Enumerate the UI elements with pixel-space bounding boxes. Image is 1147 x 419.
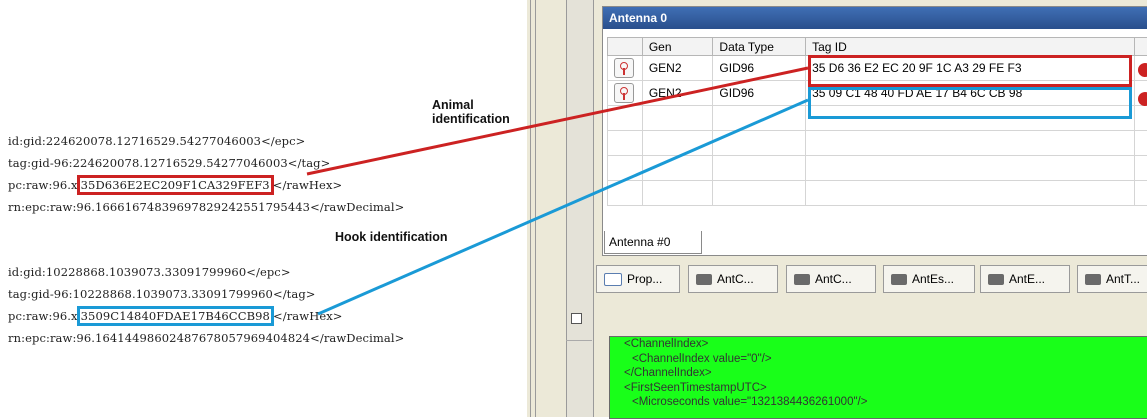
view-icon bbox=[1085, 274, 1101, 285]
animal-tag-line: tag:gid-96:224620078.12716529.5427704600… bbox=[8, 156, 330, 170]
row-gen: GEN2 bbox=[642, 81, 713, 106]
tab-label: AntEs... bbox=[912, 272, 954, 286]
delete-icon[interactable] bbox=[1138, 92, 1147, 106]
tab-antc-1[interactable]: AntC... bbox=[688, 265, 778, 293]
hook-label-text: Hook identification bbox=[335, 230, 448, 244]
console-line: <ChannelIndex value="0"/> bbox=[610, 352, 1147, 367]
hook-pc-line: pc:raw:96.x3509C14840FDAE17B46CCB98</raw… bbox=[8, 309, 343, 323]
hook-rn-line: rn:epc:raw:96.16414498602487678057969404… bbox=[8, 331, 404, 345]
animal-rn-line: rn:epc:raw:96.16661674839697829242551795… bbox=[8, 200, 404, 214]
tab-label: AntE... bbox=[1009, 272, 1045, 286]
row-type: GID96 bbox=[713, 56, 806, 81]
view-icon bbox=[696, 274, 712, 285]
tab-antc-2[interactable]: AntC... bbox=[786, 265, 876, 293]
antenna-panel: Antenna 0 Gen Data Type Tag ID GEN2 GID9… bbox=[602, 6, 1147, 256]
row-icon-cell bbox=[608, 81, 643, 106]
hook-tag-highlight bbox=[808, 87, 1132, 119]
console-line: <ChannelIndex> bbox=[610, 337, 1147, 352]
hook-pc-suffix: </rawHex> bbox=[273, 309, 343, 323]
console-line: <FirstSeenTimestampUTC> bbox=[610, 381, 1147, 396]
hook-hex-highlight: 3509C14840FDAE17B46CCB98 bbox=[77, 306, 274, 326]
tab-label: AntC... bbox=[717, 272, 754, 286]
empty-row bbox=[608, 131, 1147, 156]
animal-tag-highlight bbox=[808, 55, 1132, 87]
hook-identification-label: Hook identification bbox=[335, 230, 448, 244]
window-splitter-right[interactable] bbox=[566, 0, 594, 417]
row-icon-cell bbox=[608, 56, 643, 81]
console-line: </ChannelIndex> bbox=[610, 366, 1147, 381]
properties-icon bbox=[604, 273, 622, 286]
col-action bbox=[1135, 38, 1147, 56]
animal-pc-suffix: </rawHex> bbox=[273, 178, 343, 192]
hook-epc-line: id:gid:10228868.1039073.33091799960</epc… bbox=[8, 265, 291, 279]
col-icon bbox=[608, 38, 643, 56]
col-gen[interactable]: Gen bbox=[642, 38, 713, 56]
panel-title: Antenna 0 bbox=[603, 7, 1147, 29]
empty-row bbox=[608, 156, 1147, 181]
tab-ante[interactable]: AntE... bbox=[980, 265, 1070, 293]
animal-pc-line: pc:raw:96.x35D636E2EC209F1CA329FEF3</raw… bbox=[8, 178, 342, 192]
antenna-icon bbox=[614, 58, 634, 78]
animal-hex-highlight: 35D636E2EC209F1CA329FEF3 bbox=[77, 175, 274, 195]
tab-antt[interactable]: AntT... bbox=[1077, 265, 1147, 293]
tab-label: AntC... bbox=[815, 272, 852, 286]
tab-antes[interactable]: AntEs... bbox=[883, 265, 975, 293]
xml-console: <ChannelIndex> <ChannelIndex value="0"/>… bbox=[609, 336, 1147, 419]
view-icon bbox=[988, 274, 1004, 285]
restore-icon[interactable] bbox=[571, 313, 582, 324]
view-icon bbox=[891, 274, 907, 285]
col-tag-id[interactable]: Tag ID bbox=[806, 38, 1135, 56]
panel-tabstrip: Antenna #0 bbox=[602, 226, 1147, 256]
view-icon bbox=[794, 274, 810, 285]
empty-row bbox=[608, 181, 1147, 206]
hook-pc-prefix: pc:raw:96.x bbox=[8, 309, 78, 323]
splitter-divider bbox=[566, 340, 592, 341]
tab-antenna-0[interactable]: Antenna #0 bbox=[604, 231, 702, 254]
antenna-icon bbox=[614, 83, 634, 103]
animal-pc-prefix: pc:raw:96.x bbox=[8, 178, 78, 192]
animal-epc-line: id:gid:224620078.12716529.54277046003</e… bbox=[8, 134, 305, 148]
col-data-type[interactable]: Data Type bbox=[713, 38, 806, 56]
console-line: <Microseconds value="1321384436261000"/> bbox=[610, 395, 1147, 410]
animal-label-text: Animal identification bbox=[432, 98, 510, 126]
delete-icon[interactable] bbox=[1138, 63, 1147, 77]
window-splitter-left[interactable] bbox=[530, 0, 536, 417]
tab-label: AntT... bbox=[1106, 272, 1140, 286]
table-header: Gen Data Type Tag ID bbox=[608, 38, 1147, 56]
tab-properties[interactable]: Prop... bbox=[596, 265, 680, 293]
row-type: GID96 bbox=[713, 81, 806, 106]
hook-tag-line: tag:gid-96:10228868.1039073.33091799960<… bbox=[8, 287, 316, 301]
tab-label: Prop... bbox=[627, 272, 662, 286]
view-tab-bar: Prop... AntC... AntC... AntEs... AntE...… bbox=[596, 262, 1147, 296]
animal-identification-label: Animal identification bbox=[432, 98, 542, 126]
row-gen: GEN2 bbox=[642, 56, 713, 81]
